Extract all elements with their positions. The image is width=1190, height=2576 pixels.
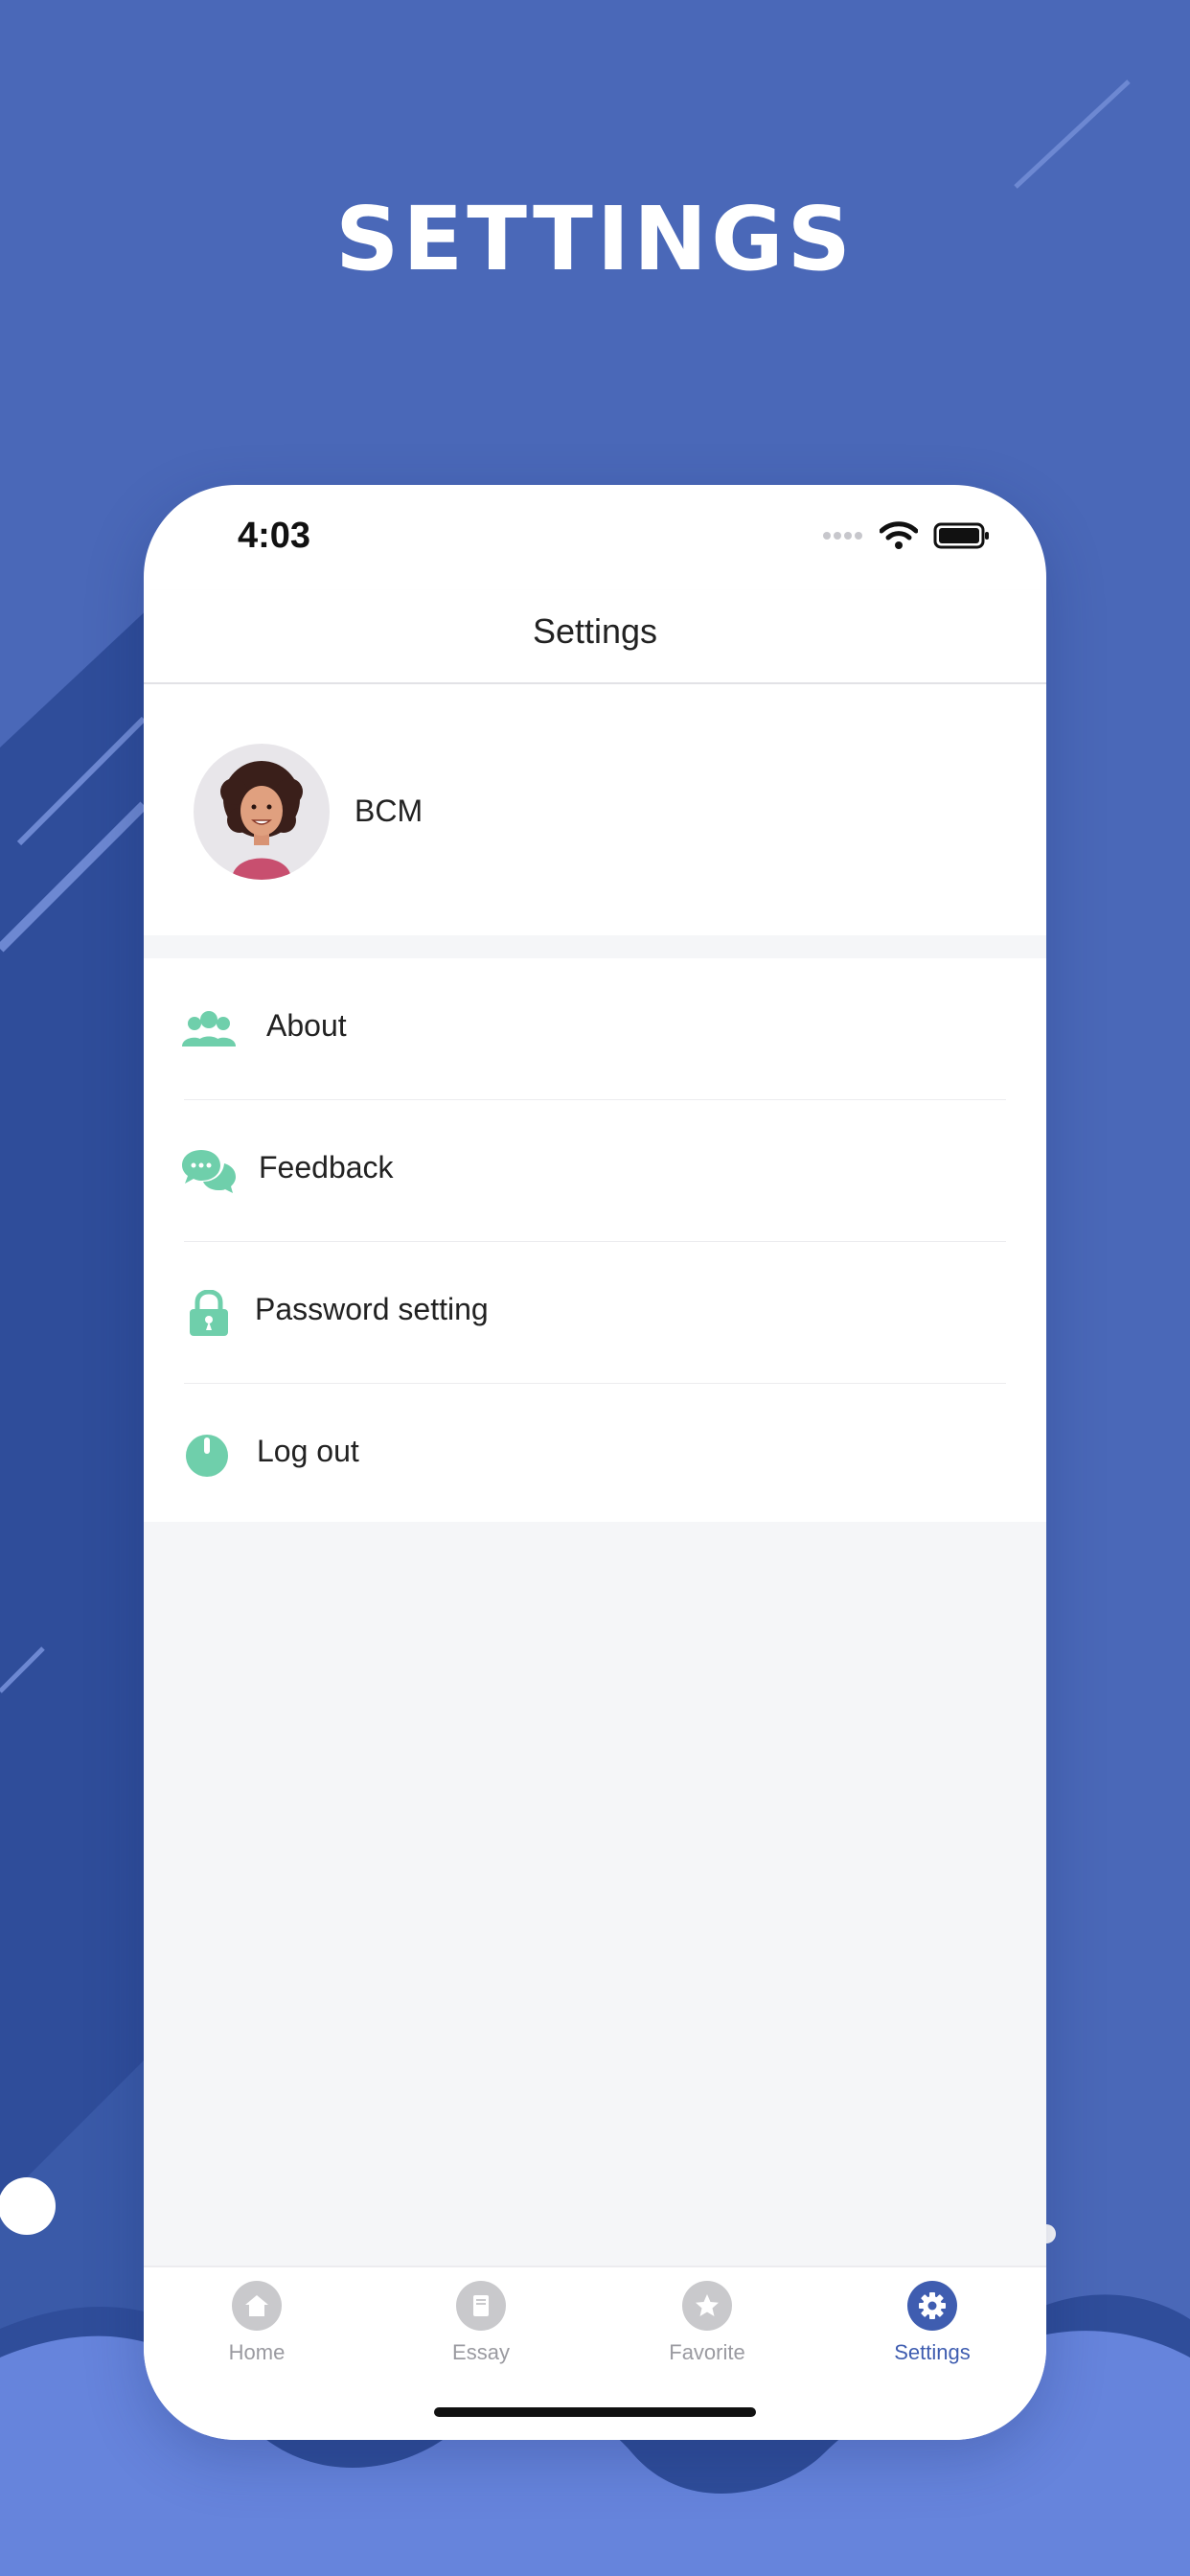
signal-dots-icon xyxy=(823,532,862,540)
menu-label-password-setting: Password setting xyxy=(255,1292,489,1326)
menu-item-about[interactable]: About xyxy=(144,958,1046,1100)
star-icon xyxy=(682,2281,732,2331)
chat-bubbles-icon xyxy=(182,1150,236,1193)
page-headline: SETTINGS xyxy=(335,188,855,290)
phone-frame: 4:03 Settings BCM About Feedback Passwor… xyxy=(144,485,1046,2440)
tab-label-home: Home xyxy=(228,2340,286,2364)
menu-label-log-out: Log out xyxy=(257,1434,359,1468)
profile-card[interactable]: BCM xyxy=(144,684,1046,935)
nav-title: Settings xyxy=(532,611,658,651)
status-time: 4:03 xyxy=(238,516,311,556)
menu-label-about: About xyxy=(266,1008,347,1043)
tab-settings[interactable]: Settings xyxy=(856,2281,1009,2386)
settings-content: BCM About Feedback Password setting Log … xyxy=(144,684,1046,2271)
people-icon xyxy=(182,1011,236,1046)
home-icon xyxy=(232,2281,282,2331)
book-icon xyxy=(456,2281,506,2331)
status-bar: 4:03 xyxy=(144,485,1046,590)
battery-icon xyxy=(933,522,989,549)
tab-essay[interactable]: Essay xyxy=(404,2281,558,2386)
menu-item-feedback[interactable]: Feedback xyxy=(144,1100,1046,1242)
nav-bar: Settings xyxy=(144,590,1046,684)
tab-home[interactable]: Home xyxy=(180,2281,333,2386)
menu-label-feedback: Feedback xyxy=(259,1150,394,1184)
menu-item-log-out[interactable]: Log out xyxy=(144,1384,1046,1526)
tab-label-essay: Essay xyxy=(452,2340,510,2364)
lock-icon xyxy=(190,1290,228,1336)
settings-menu: About Feedback Password setting Log out xyxy=(144,958,1046,1522)
tab-favorite[interactable]: Favorite xyxy=(630,2281,784,2386)
avatar-woman-icon xyxy=(194,744,330,880)
status-icons xyxy=(822,521,991,550)
wifi-icon xyxy=(880,521,918,549)
tab-label-favorite: Favorite xyxy=(669,2340,745,2364)
power-icon xyxy=(186,1435,228,1477)
tab-label-settings: Settings xyxy=(894,2340,971,2364)
home-indicator xyxy=(434,2407,756,2417)
menu-item-password-setting[interactable]: Password setting xyxy=(144,1242,1046,1384)
gear-icon xyxy=(907,2281,957,2331)
profile-name: BCM xyxy=(355,794,423,828)
